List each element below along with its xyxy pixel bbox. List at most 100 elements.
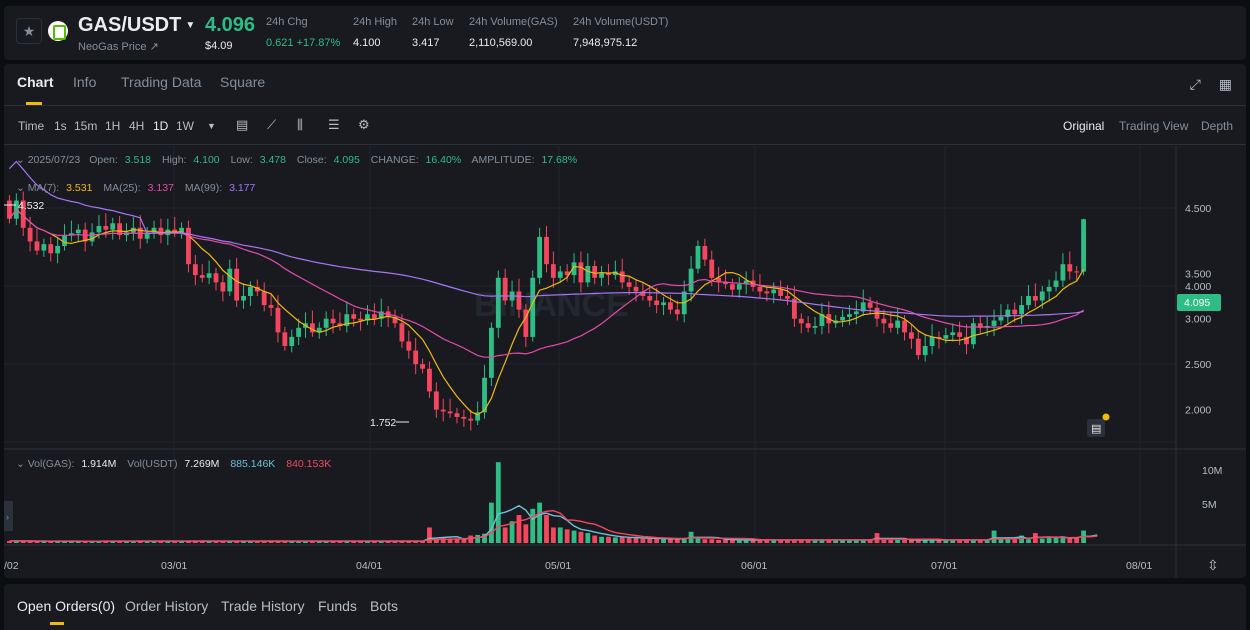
indicator-icon[interactable]: ⟋ [267,117,276,133]
candle-body [798,318,804,324]
candle-body [48,244,54,254]
interval-15m[interactable]: 15m [74,119,97,133]
candle-body [1019,305,1024,315]
candle-body [702,246,708,260]
volume-bar [585,533,591,543]
current-price-label: 4.095 [1184,297,1210,309]
date-axis-label: /02 [4,560,19,572]
interval-time[interactable]: Time [18,119,44,133]
candle-body [929,336,935,346]
candle-body [853,311,859,315]
volume-bar [1053,537,1059,543]
volume-bar [619,537,625,543]
legend-collapse-icon[interactable]: ⌄ [16,154,28,166]
view-trading-view[interactable]: Trading View [1119,119,1188,133]
drawing-tools-icon[interactable]: ☰ [328,117,340,133]
volume-bar [998,539,1004,543]
candle-body [268,305,274,308]
volume-bar [633,538,639,543]
interval-dropdown-icon[interactable]: ▼ [207,121,216,131]
tab-trading-data[interactable]: Trading Data [121,74,201,90]
candle-body [633,286,639,292]
high-marker-label: 4.532 [18,200,44,212]
candle-body [41,244,47,251]
tab-funds[interactable]: Funds [318,598,357,614]
stat-24h-volume-usdt: 24h Volume(USDT) 7,948,975.12 [573,16,669,49]
interval-4h[interactable]: 4H [129,119,144,133]
view-original[interactable]: Original [1063,119,1104,133]
candle-body [516,291,522,310]
tab-trade-history[interactable]: Trade History [221,598,305,614]
panel-actions: ⤢ ▦ [1176,76,1232,93]
tab-bots[interactable]: Bots [370,598,398,614]
candle-body [654,300,660,306]
interval-1d[interactable]: 1D [153,119,168,133]
candle-body [709,259,715,278]
tab-info[interactable]: Info [73,74,96,90]
calendar-icon[interactable]: ▤ [236,117,248,133]
volume-bar [530,508,536,543]
tab-square[interactable]: Square [220,74,265,90]
coin-price-link[interactable]: NeoGas Price ↗ [78,40,159,53]
candle-body [915,338,921,356]
volume-bar [578,531,584,543]
volume-bar [489,502,494,543]
volume-bar [888,539,894,543]
volume-bar [612,537,618,543]
volume-bar [991,530,997,543]
volume-bar [599,536,604,543]
price-axis-label: 4.500 [1185,203,1211,215]
date-axis-label: 06/01 [741,560,767,572]
candle-body [192,264,198,276]
tab-order-history[interactable]: Order History [125,598,208,614]
chart-grid [4,146,1246,578]
candle-body [550,264,556,278]
candle-body [771,289,777,294]
vol-collapse-icon[interactable]: ⌄ [16,458,28,470]
favorite-star-icon[interactable]: ★ [16,18,42,44]
ma-lines [8,160,1085,416]
candle-body [34,241,40,251]
candle-body [957,332,963,337]
interval-1w[interactable]: 1W [176,119,194,133]
ohlc-legend: ⌄ 2025/07/23 Open: 3.518 High: 4.100 Low… [16,154,577,166]
candle-body [729,284,735,290]
settings-gear-icon[interactable]: ⚙ [358,117,370,133]
volume-axis-label: 10M [1202,465,1222,477]
notification-dot-icon [1102,413,1110,421]
expand-icon[interactable]: ⤢ [1190,76,1201,92]
volume-bar [723,539,728,543]
volume-bar [461,539,467,543]
volume-bar [495,462,501,543]
candle-body [1053,280,1059,287]
candle-body [62,235,67,246]
pair-selector[interactable]: GAS/USDT ▼ [78,14,195,37]
view-depth[interactable]: Depth [1201,119,1233,133]
candle-body [103,226,109,230]
candle-body [55,246,61,254]
candle-body [1067,264,1073,272]
candle-body [220,282,226,292]
interval-1s[interactable]: 1s [54,119,67,133]
candle-body [812,326,818,328]
volume-bar [716,539,722,543]
volume-bar [654,538,660,543]
volume-bar [544,515,549,543]
candle-body [736,284,742,290]
candle-body [888,323,894,328]
layout-grid-icon[interactable]: ▦ [1219,76,1232,92]
candle-body [619,271,625,283]
tab-chart[interactable]: Chart [17,74,54,90]
fit-screen-icon[interactable]: ⇳ [1207,557,1219,573]
interval-1h[interactable]: 1H [105,119,120,133]
tab-open-orders[interactable]: Open Orders(0) [17,598,115,614]
candle-body [454,413,460,417]
candle-body [557,271,563,278]
candle-type-icon[interactable]: ⫼ [297,117,303,133]
candle-body [89,232,95,242]
ma-collapse-icon[interactable]: ⌄ [16,182,28,194]
candle-body [764,291,770,294]
candle-body [199,275,205,278]
price-chart[interactable]: BINANCE ⌄ 2025/07/23 Open: 3.518 High: 4… [4,146,1246,578]
volume-bar [729,539,735,543]
